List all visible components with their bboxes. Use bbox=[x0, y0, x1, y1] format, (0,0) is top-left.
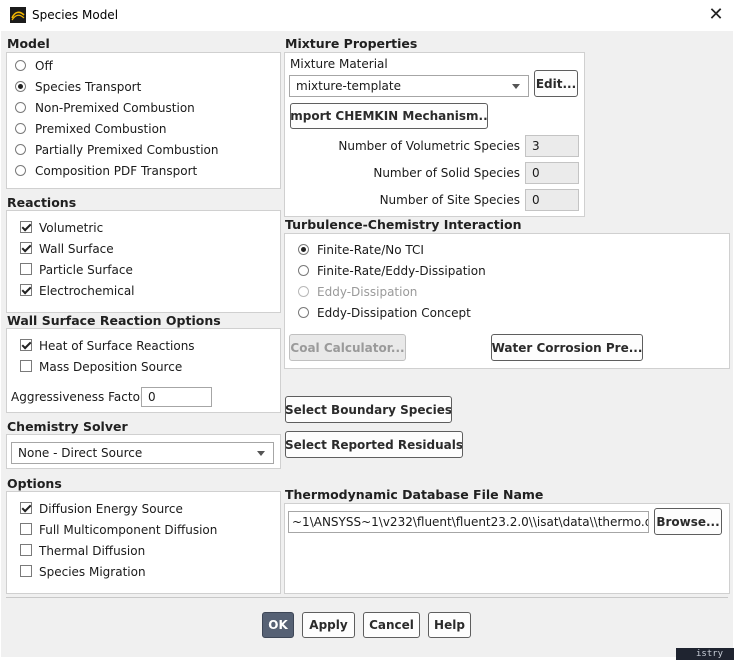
model-option-partially-premixed: Partially Premixed Combustion bbox=[35, 143, 219, 157]
tci-radio-eddy-dissipation-concept[interactable] bbox=[298, 307, 309, 318]
ok-button[interactable]: OK bbox=[262, 612, 294, 638]
model-radio-species-transport[interactable] bbox=[15, 81, 26, 92]
mixture-properties-label: Mixture Properties bbox=[285, 36, 418, 51]
heat-surface-reactions-checkbox[interactable] bbox=[20, 339, 32, 351]
volumetric-label: Volumetric bbox=[39, 221, 104, 235]
particle-surface-label: Particle Surface bbox=[39, 263, 133, 277]
thermal-diffusion-checkbox[interactable] bbox=[20, 544, 32, 556]
model-radio-off[interactable] bbox=[15, 60, 26, 71]
wall-surface-options-label: Wall Surface Reaction Options bbox=[7, 313, 221, 328]
volumetric-species-field: 3 bbox=[525, 135, 579, 157]
select-reported-residuals-button[interactable]: Select Reported Residuals bbox=[285, 431, 463, 458]
fluent-logo-icon bbox=[10, 7, 26, 23]
thermo-db-label: Thermodynamic Database File Name bbox=[285, 487, 544, 502]
mass-deposition-label: Mass Deposition Source bbox=[39, 360, 183, 374]
chemistry-solver-label: Chemistry Solver bbox=[7, 419, 128, 434]
model-section-label: Model bbox=[7, 36, 50, 51]
options-section-label: Options bbox=[7, 476, 62, 491]
tci-option-eddy-dissipation-concept: Eddy-Dissipation Concept bbox=[317, 306, 471, 320]
import-chemkin-button[interactable]: Import CHEMKIN Mechanism... bbox=[290, 103, 488, 129]
reactions-section-label: Reactions bbox=[7, 195, 77, 210]
aggressiveness-factor-label: Aggressiveness Factor bbox=[11, 390, 145, 404]
heat-surface-reactions-label: Heat of Surface Reactions bbox=[39, 339, 195, 353]
mixture-material-value: mixture-template bbox=[296, 79, 401, 93]
thermal-diffusion-label: Thermal Diffusion bbox=[39, 544, 146, 558]
chevron-down-icon bbox=[257, 451, 265, 456]
coal-calculator-button: Coal Calculator... bbox=[289, 334, 406, 361]
model-radio-composition-pdf[interactable] bbox=[15, 165, 26, 176]
volumetric-species-label: Number of Volumetric Species bbox=[338, 139, 520, 153]
electrochemical-label: Electrochemical bbox=[39, 284, 135, 298]
footer-divider bbox=[6, 597, 728, 598]
model-option-premixed: Premixed Combustion bbox=[35, 122, 167, 136]
species-migration-checkbox[interactable] bbox=[20, 565, 32, 577]
full-multicomponent-checkbox[interactable] bbox=[20, 523, 32, 535]
aggressiveness-factor-input[interactable]: 0 bbox=[141, 387, 212, 407]
model-option-off: Off bbox=[35, 59, 53, 73]
site-species-label: Number of Site Species bbox=[379, 193, 520, 207]
window-title: Species Model bbox=[32, 8, 119, 22]
volumetric-checkbox[interactable] bbox=[20, 221, 32, 233]
tci-option-eddy-dissipation: Eddy-Dissipation bbox=[317, 285, 418, 299]
mixture-material-label: Mixture Material bbox=[290, 57, 388, 71]
full-multicomponent-label: Full Multicomponent Diffusion bbox=[39, 523, 218, 537]
chemistry-solver-value: None - Direct Source bbox=[18, 446, 143, 460]
tci-radio-finite-rate-no-tci[interactable] bbox=[298, 244, 309, 255]
cancel-button[interactable]: Cancel bbox=[363, 612, 420, 638]
chemistry-solver-select[interactable]: None - Direct Source bbox=[11, 442, 274, 464]
particle-surface-checkbox[interactable] bbox=[20, 263, 32, 275]
close-icon[interactable]: ✕ bbox=[704, 3, 728, 27]
tci-section-label: Turbulence-Chemistry Interaction bbox=[285, 217, 522, 232]
tci-option-finite-rate-eddy: Finite-Rate/Eddy-Dissipation bbox=[317, 264, 486, 278]
select-boundary-species-button[interactable]: Select Boundary Species bbox=[285, 396, 452, 423]
water-corrosion-button[interactable]: Water Corrosion Pre... bbox=[491, 334, 643, 361]
solid-species-label: Number of Solid Species bbox=[373, 166, 520, 180]
site-species-field: 0 bbox=[525, 189, 579, 211]
model-option-non-premixed: Non-Premixed Combustion bbox=[35, 101, 195, 115]
diffusion-energy-label: Diffusion Energy Source bbox=[39, 502, 183, 516]
species-migration-label: Species Migration bbox=[39, 565, 146, 579]
tci-option-finite-rate-no-tci: Finite-Rate/No TCI bbox=[317, 243, 424, 257]
edit-mixture-button[interactable]: Edit... bbox=[534, 70, 578, 97]
model-option-composition-pdf: Composition PDF Transport bbox=[35, 164, 198, 178]
solid-species-field: 0 bbox=[525, 162, 579, 184]
wall-surface-checkbox[interactable] bbox=[20, 242, 32, 254]
electrochemical-checkbox[interactable] bbox=[20, 284, 32, 296]
model-radio-partially-premixed[interactable] bbox=[15, 144, 26, 155]
chevron-down-icon bbox=[512, 84, 520, 89]
help-button[interactable]: Help bbox=[428, 612, 471, 638]
tci-radio-eddy-dissipation bbox=[298, 286, 309, 297]
apply-button[interactable]: Apply bbox=[302, 612, 355, 638]
background-window-text: istry bbox=[676, 648, 734, 660]
mass-deposition-checkbox[interactable] bbox=[20, 360, 32, 372]
wall-surface-label: Wall Surface bbox=[39, 242, 114, 256]
mixture-material-select[interactable]: mixture-template bbox=[289, 75, 529, 97]
browse-button[interactable]: Browse... bbox=[654, 508, 722, 535]
diffusion-energy-checkbox[interactable] bbox=[20, 502, 32, 514]
tci-radio-finite-rate-eddy[interactable] bbox=[298, 265, 309, 276]
thermo-db-path-input[interactable]: ~1\ANSYSS~1\v232\fluent\fluent23.2.0\\is… bbox=[288, 511, 649, 533]
model-radio-non-premixed[interactable] bbox=[15, 102, 26, 113]
model-option-species-transport: Species Transport bbox=[35, 80, 142, 94]
model-radio-premixed[interactable] bbox=[15, 123, 26, 134]
